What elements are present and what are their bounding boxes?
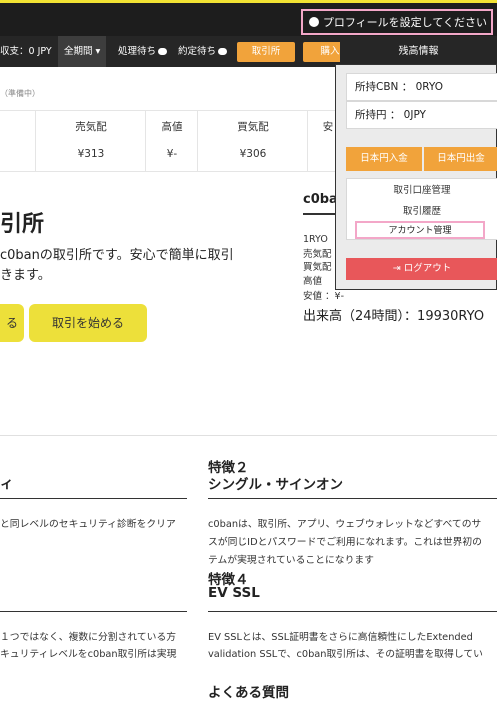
cbn-balance: 所持CBN ： 0RYO [346, 73, 497, 101]
chat-bubble-icon [158, 48, 168, 55]
hero-left-button[interactable]: る [0, 304, 24, 342]
jpy-deposit-button[interactable]: 日本円入金 [346, 147, 422, 171]
pending-link[interactable]: 約定待ち [178, 36, 228, 67]
ticker-col-ask: 売気配 ¥313 [35, 111, 146, 171]
info-row: 高値 [303, 276, 323, 287]
menu-account-management[interactable]: アカウント管理 [355, 221, 485, 239]
feature4-title: EV SSL [208, 585, 260, 601]
feature3-text-2: キュリティレベルをc0ban取引所は実現 [0, 649, 177, 660]
coban-heading: c0ba [303, 192, 338, 207]
profile-label: プロフィールを設定してください [322, 16, 487, 29]
faq-title: よくある質問 [208, 685, 289, 701]
feature2-text-2: スが同じIDとパスワードでご利用になれます。これは世界初の [208, 537, 482, 548]
info-row: 安値 ：¥- [303, 291, 344, 302]
balance-info-title: 残高情報 [340, 36, 497, 67]
exchange-button[interactable]: 取引所 [237, 42, 295, 62]
top-bar: プロフィールを設定してください [0, 0, 497, 36]
info-row: 1RYO [303, 234, 328, 245]
logout-icon: ⇥ [392, 263, 404, 274]
feature1-text: と同レベルのセキュリティ診断をクリア [0, 519, 176, 530]
processing-link[interactable]: 処理待ち [118, 36, 168, 67]
divider [0, 498, 187, 499]
divider [208, 498, 497, 499]
caret-down-icon: ▾ [95, 46, 101, 57]
jpy-balance: 所持円 ： 0JPY [346, 101, 497, 129]
divider [0, 611, 187, 612]
logout-button[interactable]: ⇥ ログアウト [346, 258, 497, 280]
info-row: 買気配 [303, 262, 332, 273]
feature2-text-1: c0banは、取引所、アプリ、ウェブウォレットなどすべてのサ [208, 519, 482, 530]
account-menu: 取引口座管理 取引履歴 アカウント管理 [346, 178, 497, 240]
status-text: （準備中） [0, 89, 40, 98]
feature4-text-1: EV SSLとは、SSL証明書をさらに高信頼性にしたExtended [208, 632, 473, 643]
divider [208, 611, 497, 612]
chat-bubble-icon [218, 48, 228, 55]
start-trading-button[interactable]: 取引を始める [29, 304, 147, 342]
balance-dropdown: 所持CBN ： 0RYO 所持円 ： 0JPY 日本円入金 日本円出金 取引口座… [335, 64, 497, 290]
features-section: ィ と同レベルのセキュリティ診断をクリア 特徴２ シングル・サインオン c0ba… [0, 435, 497, 711]
menu-trading-account[interactable]: 取引口座管理 [347, 182, 497, 196]
jpy-withdraw-button[interactable]: 日本円出金 [424, 147, 497, 171]
profile-settings-button[interactable]: プロフィールを設定してください [300, 9, 493, 35]
ticker-col-bid: 買気配 ¥306 [197, 111, 308, 171]
ticker-col-high: 高値 ¥- [145, 111, 198, 171]
feature2-title: シングル・サインオン [208, 477, 343, 493]
feature4-text-2: validation SSLで、c0ban取引所は、その証明書を取得してい [208, 649, 483, 660]
hero-description: c0banの取引所です。安心で簡単に取引 きます。 [0, 248, 234, 283]
user-icon [308, 17, 319, 27]
balance-text: 収支：0 JPY [0, 46, 52, 57]
info-row: 売気配 [303, 249, 332, 260]
feature3-text-1: １つではなく、複数に分割されている方 [0, 632, 177, 643]
feature1-title: ィ [0, 476, 14, 492]
hero-title: 引所 [0, 212, 45, 237]
volume-text: 出来高（24時間）：19930RYO [303, 309, 485, 324]
period-dropdown[interactable]: 全期間 ▾ [58, 36, 107, 67]
menu-trade-history[interactable]: 取引履歴 [347, 203, 497, 217]
